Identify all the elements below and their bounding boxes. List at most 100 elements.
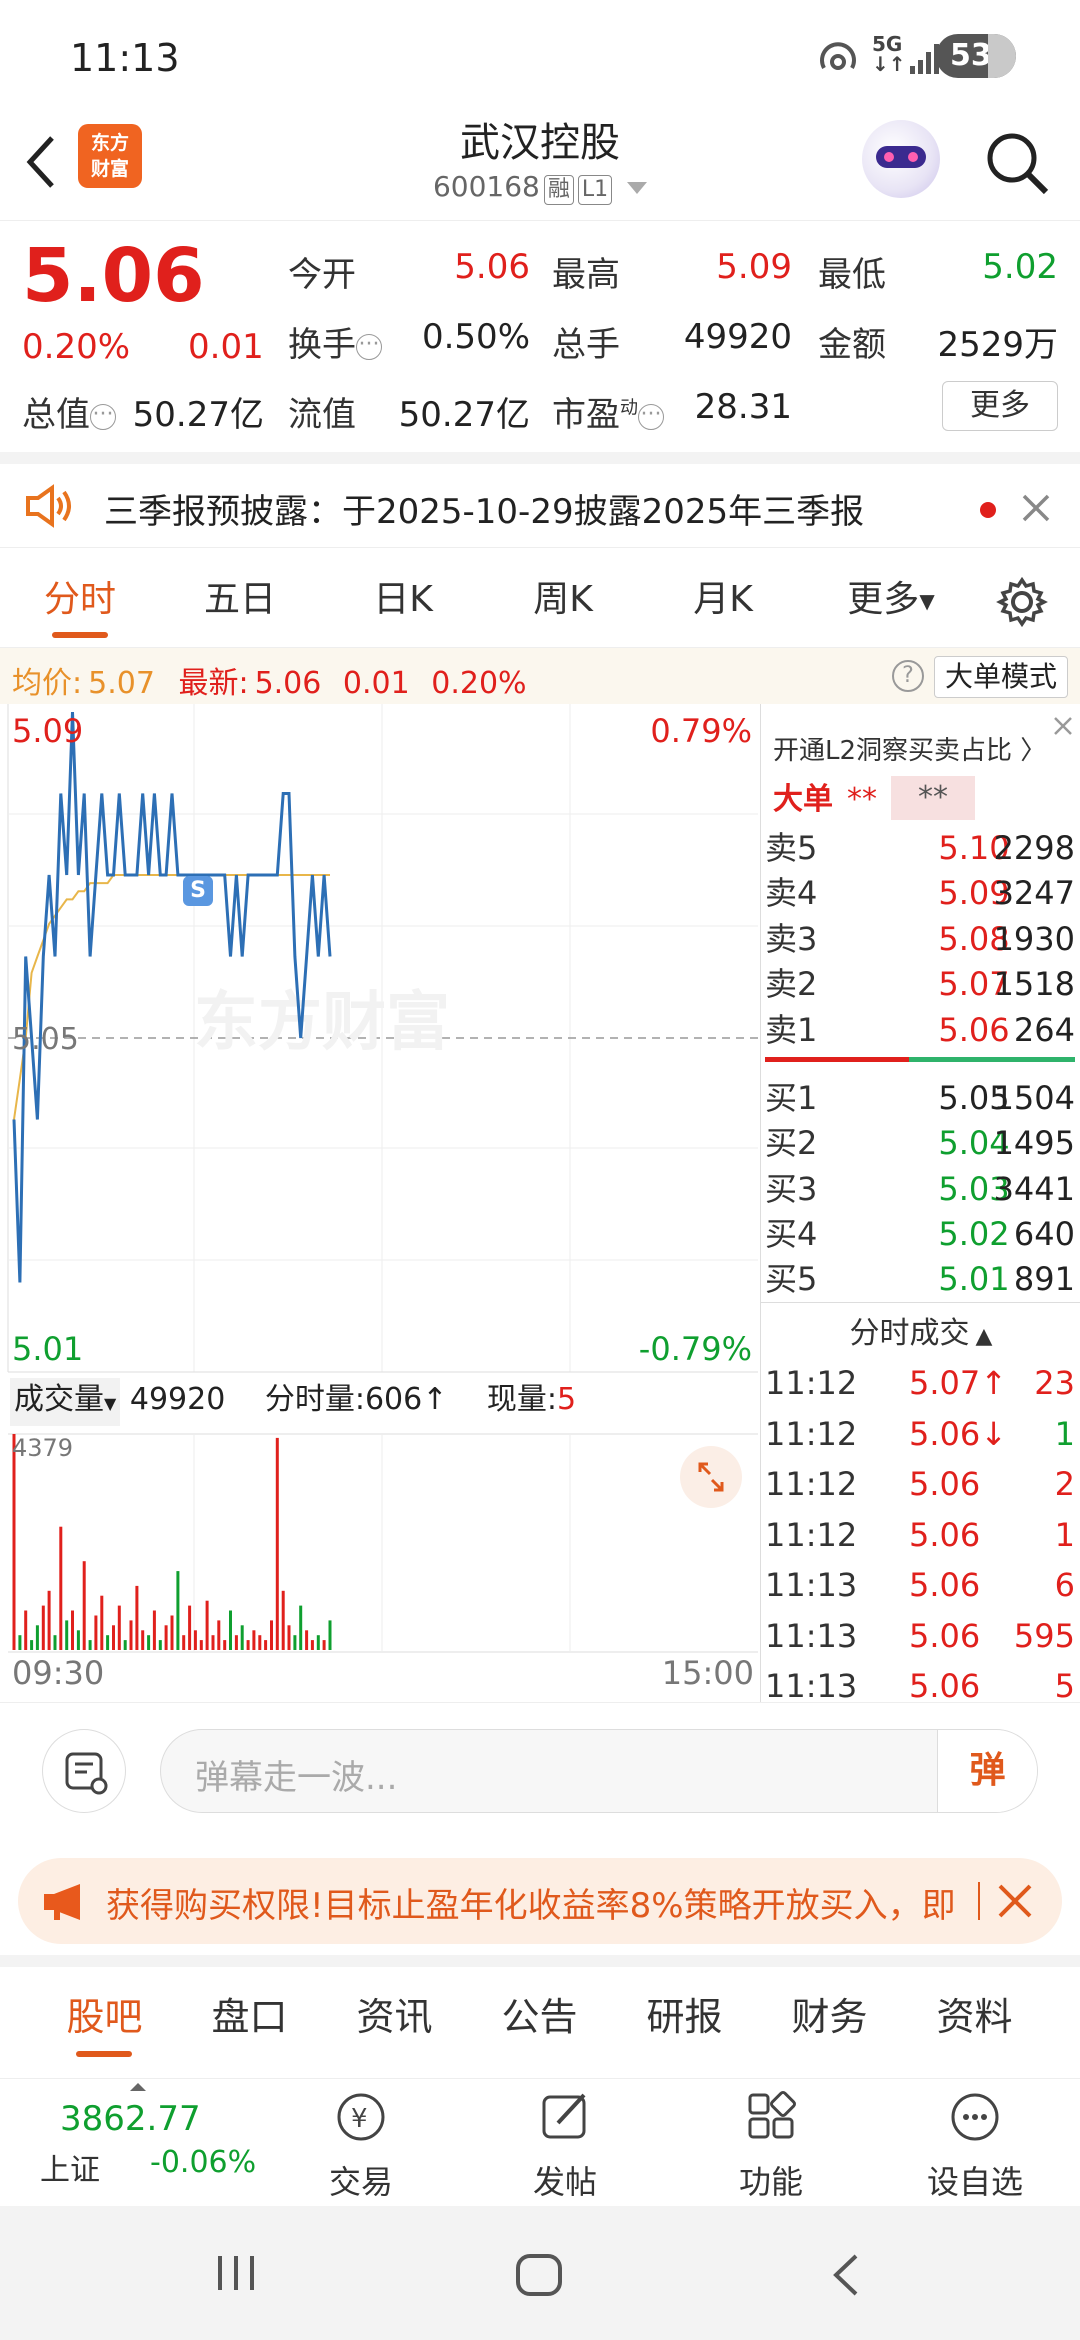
promo-banner[interactable]: 获得购买权限!目标止盈年化收益率8%策略开放买入，即 — [18, 1858, 1062, 1944]
bid-volume: 1495 — [993, 1124, 1075, 1163]
back-nav-icon[interactable] — [826, 2252, 866, 2298]
tab-handicap[interactable]: 盘口 — [177, 1967, 322, 2067]
volume-bar — [158, 1640, 162, 1650]
low-label: 最低 — [818, 255, 886, 295]
tick-time: 11:12 — [765, 1364, 858, 1402]
bottom-toolbar: 3862.77 上证 -0.06% ¥ 交易 发帖 功能 设自选 — [0, 2078, 1080, 2206]
search-icon[interactable] — [982, 128, 1052, 198]
volume-selector[interactable]: 成交量▼ — [10, 1378, 121, 1426]
volume-bar — [106, 1635, 110, 1650]
tab-profile[interactable]: 资料 — [902, 1967, 1047, 2067]
battery-indicator: 53 — [936, 34, 1016, 78]
volume-bar — [211, 1635, 215, 1650]
volume-bar — [117, 1605, 121, 1650]
volume-max-label: 4379 — [12, 1434, 74, 1462]
danmaku-settings-icon[interactable] — [42, 1729, 126, 1813]
s-badge[interactable]: S — [183, 876, 213, 906]
clock: 11:13 — [70, 36, 180, 80]
tick-volume: 1 — [1054, 1515, 1075, 1554]
order-book: 开通L2洞察买卖占比 〉 大单 ** ** 分时成交 ▲ 卖5 5.10 2298 卖4 5… — [760, 704, 1080, 1705]
turnover-label[interactable]: 换手 ··· — [288, 317, 382, 366]
caret-down-icon: ▼ — [919, 589, 935, 613]
functions-button[interactable]: 功能 — [696, 2087, 846, 2203]
volume-bar — [252, 1630, 256, 1650]
notice-bar[interactable]: 三季报预披露：于2025-10-29披露2025年三季报 — [0, 452, 1080, 548]
volume-bar — [94, 1615, 98, 1650]
ask-level: 卖3 — [765, 919, 818, 958]
index-change: -0.06% — [150, 2145, 257, 2180]
close-icon[interactable] — [1051, 714, 1075, 738]
watermark: 东方财富 — [194, 986, 450, 1060]
chart-info-bar: 均价: 5.07 最新: 5.06 0.01 0.20% ? 大单模式 — [0, 648, 1080, 704]
ask-row: 卖4 5.09 3247 — [761, 871, 1080, 916]
volume-bar — [71, 1610, 74, 1650]
bid-volume: 891 — [1013, 1260, 1075, 1299]
more-dots-icon — [951, 2093, 999, 2141]
help-icon[interactable]: ? — [892, 660, 924, 692]
volume-bar — [176, 1571, 180, 1650]
intraday-chart[interactable]: 东方财富 5.09 0.79% 5.05 5.01 -0.79% S 成交量▼ … — [0, 704, 760, 1702]
change-percent: 0.20% — [22, 327, 131, 367]
volume-label: 总手 — [552, 325, 620, 365]
volume-bar — [18, 1635, 22, 1650]
recent-apps-icon[interactable] — [212, 2252, 262, 2294]
volume-info-bar: 成交量▼ 49920 分时量:606↑ 现量:5 — [0, 1372, 760, 1428]
ask-volume: 2298 — [993, 829, 1075, 867]
index-ticker[interactable]: 3862.77 上证 -0.06% — [20, 2079, 256, 2207]
big-order-mode-button[interactable]: 大单模式 — [934, 656, 1068, 698]
close-icon[interactable] — [1020, 492, 1052, 524]
volume-bar — [199, 1640, 203, 1650]
volume-total: 49920 — [129, 1382, 226, 1417]
volume-bar — [24, 1610, 28, 1650]
danmaku-send-button[interactable]: 弹 — [937, 1730, 1037, 1812]
settings-gear-icon[interactable] — [996, 576, 1048, 628]
amount-label: 金额 — [818, 325, 886, 365]
open-value: 5.06 — [454, 247, 530, 287]
status-bar: 11:13 5G ↓↑ 53 — [0, 0, 1080, 110]
tick-price: 5.07↑ — [909, 1364, 1008, 1402]
big-order-bar: ** — [891, 776, 975, 820]
tab-research[interactable]: 研报 — [612, 1967, 757, 2067]
tab-announcements[interactable]: 公告 — [467, 1967, 612, 2067]
volume-bar — [264, 1640, 268, 1650]
volume-bar — [305, 1630, 309, 1650]
tick-price: 5.06↓ — [909, 1414, 1008, 1453]
dropdown-caret-icon — [627, 182, 648, 194]
high-value: 5.09 — [716, 247, 792, 287]
caret-down-icon: ▼ — [104, 1394, 117, 1413]
bid-level: 买2 — [765, 1124, 818, 1163]
more-button[interactable]: 更多 — [942, 381, 1058, 431]
tab-more[interactable]: 更多▼ — [836, 548, 946, 648]
tick-price: 5.06 — [909, 1616, 981, 1655]
volume-bar — [30, 1640, 34, 1650]
bid-volume: 1504 — [993, 1079, 1075, 1117]
y-min-label: 5.01 — [12, 1330, 84, 1368]
volume-bar — [76, 1630, 80, 1650]
robot-assistant-icon[interactable] — [862, 120, 940, 198]
volume-bar — [281, 1590, 285, 1650]
home-icon[interactable] — [514, 2252, 564, 2298]
add-watchlist-button[interactable]: 设自选 — [900, 2087, 1050, 2203]
tab-daily-k[interactable]: 日K — [343, 548, 463, 648]
pe-label[interactable]: 市盈动 ··· — [552, 387, 664, 436]
header: 东方 财富 武汉控股 600168 融 L1 — [0, 110, 1080, 220]
tab-monthly-k[interactable]: 月K — [663, 548, 783, 648]
trade-button[interactable]: ¥ 交易 — [286, 2087, 436, 2203]
tab-news[interactable]: 资讯 — [322, 1967, 467, 2067]
system-nav-bar — [0, 2206, 1080, 2340]
close-icon[interactable] — [996, 1882, 1034, 1920]
l2-promo-link[interactable]: 开通L2洞察买卖占比 〉 — [773, 730, 1046, 767]
tab-weekly-k[interactable]: 周K — [503, 548, 623, 648]
volume-value: 49920 — [683, 317, 792, 357]
volume-bar — [82, 1561, 86, 1650]
minute-volume: 分时量:606↑ — [264, 1382, 448, 1417]
tab-finance[interactable]: 财务 — [757, 1967, 902, 2067]
post-button[interactable]: 发帖 — [490, 2087, 640, 2203]
mktcap-label[interactable]: 总值 ··· — [22, 387, 116, 436]
danmaku-input[interactable]: 弹幕走一波... 弹 — [160, 1729, 1038, 1813]
tick-time: 11:12 — [765, 1414, 858, 1453]
tab-five-day[interactable]: 五日 — [180, 548, 300, 648]
expand-icon[interactable] — [680, 1446, 742, 1508]
volume-bar — [258, 1635, 262, 1650]
ask-row: 卖2 5.07 1518 — [761, 962, 1080, 1007]
